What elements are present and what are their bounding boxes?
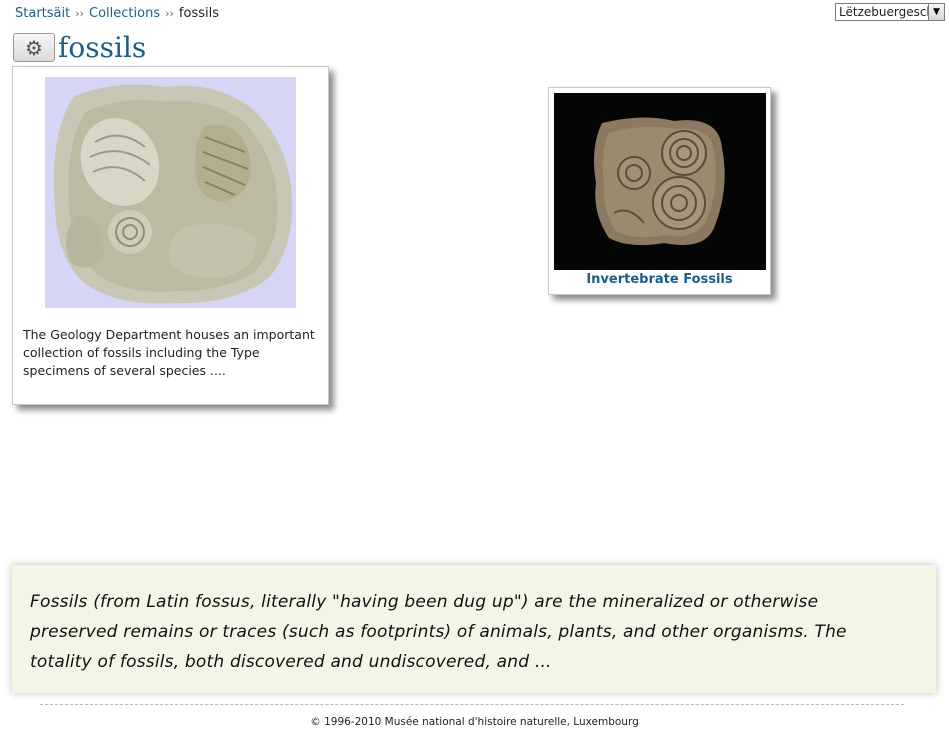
breadcrumb-separator: ›› [165,7,174,20]
card-description: The Geology Department houses an importa… [23,327,315,378]
collection-card-fossils[interactable]: The Geology Department houses an importa… [12,66,329,405]
settings-button[interactable]: ⚙ [13,33,55,62]
breadcrumb-home-link[interactable]: Startsäit [15,6,70,21]
footer-copyright: © 1996-2010 Musée national d'histoire na… [310,716,639,728]
quote-panel: Fossils (from Latin fossus, literally "h… [12,565,936,693]
card-caption-link[interactable]: Invertebrate Fossils [549,272,770,287]
fossil-shells-image[interactable] [45,77,296,308]
breadcrumb-current: fossils [178,6,219,21]
language-select-value: Lëtzebuergesch [839,5,928,19]
breadcrumb-separator: ›› [75,7,85,20]
collection-card-invertebrate-fossils[interactable]: Invertebrate Fossils [548,87,771,295]
breadcrumb-collections-link[interactable]: Collections [89,6,160,21]
gear-icon: ⚙ [25,35,43,60]
footer-divider [40,704,904,705]
breadcrumb: Startsäit ›› Collections ›› fossils [15,6,219,22]
chevron-down-icon[interactable]: ▼ [928,4,944,20]
language-select[interactable]: Lëtzebuergesch ▼ [835,3,945,21]
quote-text: Fossils (from Latin fossus, literally "h… [30,592,847,672]
ammonite-fossil-image[interactable] [554,93,766,270]
page-title: fossils [58,31,147,64]
